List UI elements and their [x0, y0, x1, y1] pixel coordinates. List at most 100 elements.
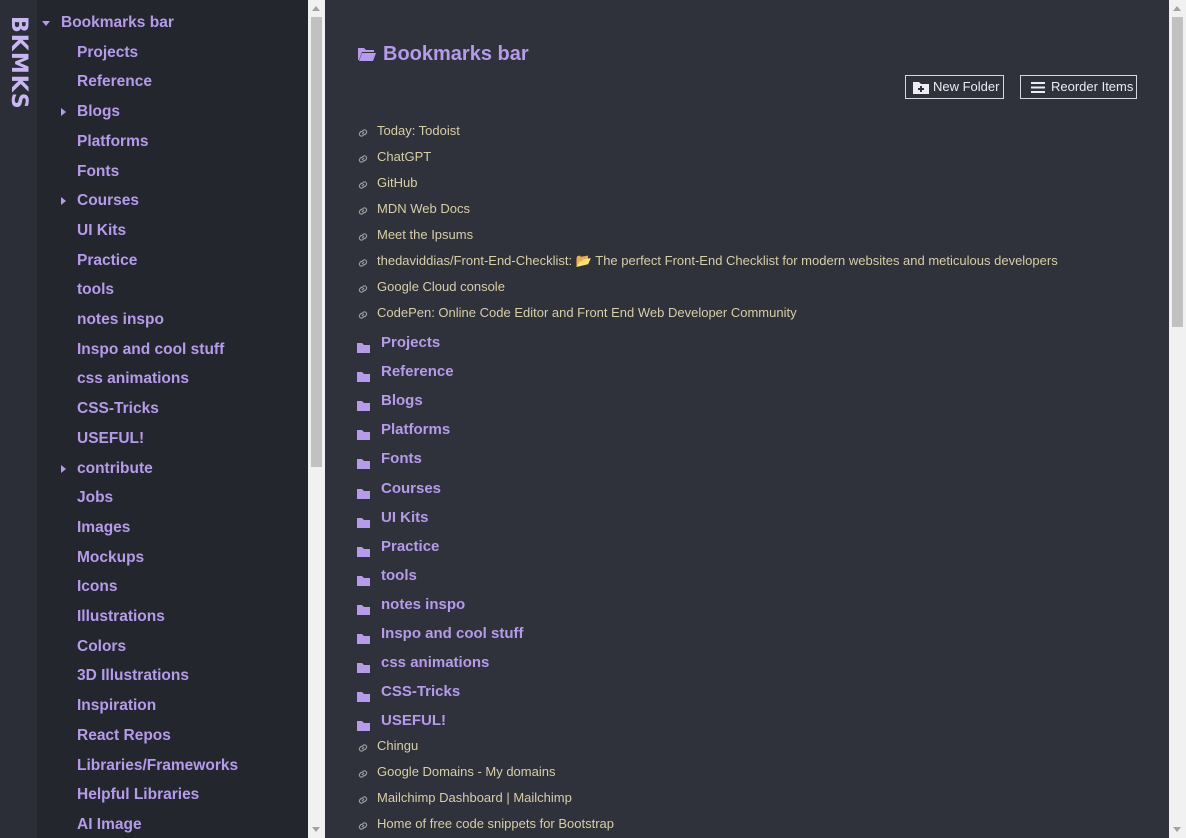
- sidebar-scrollbar[interactable]: [308, 0, 325, 838]
- page-title-text: Bookmarks bar: [383, 43, 529, 65]
- caret-right-icon[interactable]: [61, 465, 66, 473]
- bookmark-folder-label: Courses: [381, 479, 442, 497]
- sidebar-item[interactable]: notes inspo: [77, 307, 164, 333]
- folder-icon: [357, 541, 370, 557]
- sidebar-item-label: Reference: [77, 73, 152, 90]
- new-folder-button[interactable]: New Folder: [905, 75, 1004, 99]
- sidebar-item[interactable]: Blogs: [61, 99, 120, 125]
- folder-icon: [357, 337, 370, 353]
- link-icon: [357, 740, 369, 753]
- link-icon: [357, 255, 369, 267]
- bookmark-link-label: Meet the Ipsums: [377, 227, 474, 242]
- sidebar-tree: Bookmarks bar Projects Reference Blogs Platf…: [37, 0, 308, 838]
- sidebar-item-label: Mockups: [77, 549, 145, 566]
- brand-rail: BKMKS: [0, 0, 37, 838]
- sidebar-item-label: AI Image: [77, 816, 142, 833]
- reorder-items-button[interactable]: Reorder Items: [1020, 75, 1137, 99]
- sidebar-item-label: Jobs: [77, 489, 114, 506]
- main-scrollbar-thumb[interactable]: [1172, 17, 1183, 327]
- sidebar-item[interactable]: Fonts: [77, 159, 119, 185]
- sidebar-item[interactable]: USEFUL!: [77, 426, 144, 452]
- bookmark-link-label: Google Cloud console: [377, 279, 505, 294]
- link-icon: [357, 818, 369, 831]
- sidebar-item-label: Platforms: [77, 133, 149, 150]
- sidebar-item[interactable]: AI Image: [77, 812, 142, 838]
- sidebar-item-label: 3D Illustrations: [77, 667, 189, 684]
- sidebar-item[interactable]: Mockups: [77, 545, 144, 571]
- sidebar-item-label: Courses: [77, 192, 140, 209]
- sidebar-scrollbar-thumb[interactable]: [311, 17, 322, 467]
- link-icon: [357, 203, 369, 215]
- sidebar-item-label: Projects: [77, 44, 139, 61]
- bookmark-folder-label: Inspo and cool stuff: [381, 625, 524, 642]
- sidebar-item-label: Inspiration: [77, 697, 157, 714]
- sidebar-item[interactable]: Inspo and cool stuff: [77, 337, 224, 363]
- sidebar-item-label: Fonts: [77, 163, 120, 180]
- sidebar-item[interactable]: 3D Illustrations: [77, 663, 189, 689]
- bookmark-folder-label: UI Kits: [381, 508, 429, 526]
- caret-down-icon[interactable]: [42, 21, 50, 26]
- sidebar-item-label: Libraries/Frameworks: [77, 757, 239, 774]
- sidebar-item[interactable]: Inspiration: [77, 693, 156, 719]
- link-icon: [357, 229, 369, 241]
- caret-right-icon[interactable]: [61, 108, 66, 116]
- sidebar-item[interactable]: Colors: [77, 634, 126, 660]
- sidebar-item[interactable]: contribute: [61, 456, 153, 482]
- folder-plus-icon: [913, 82, 929, 94]
- link-icon: [357, 792, 369, 805]
- sidebar-item-label: tools: [77, 281, 115, 298]
- sidebar-item[interactable]: Illustrations: [77, 604, 165, 630]
- sidebar-item-label: Images: [77, 519, 131, 536]
- sidebar-item[interactable]: tools: [77, 277, 114, 303]
- caret-right-icon[interactable]: [61, 197, 66, 205]
- scroll-down-arrow-icon[interactable]: [1173, 827, 1181, 832]
- sidebar-item[interactable]: CSS-Tricks: [77, 396, 159, 422]
- bookmark-folder-label: Fonts: [381, 450, 422, 468]
- sidebar-item-label: Helpful Libraries: [77, 786, 200, 803]
- link-icon: [357, 307, 369, 319]
- bookmark-folder-label: Reference: [381, 363, 454, 381]
- reorder-items-label: Reorder Items: [1051, 79, 1134, 94]
- main-scrollbar[interactable]: [1169, 0, 1186, 838]
- folder-icon: [357, 628, 370, 644]
- sidebar-item[interactable]: Icons: [77, 574, 117, 600]
- sidebar-item-label: UI Kits: [77, 222, 127, 239]
- scroll-up-arrow-icon[interactable]: [312, 6, 320, 11]
- sidebar-item-label: Bookmarks bar: [61, 14, 174, 31]
- bookmark-folder-label: Blogs: [381, 392, 423, 410]
- folder-icon: [357, 715, 370, 732]
- sidebar-item[interactable]: UI Kits: [77, 218, 126, 244]
- sidebar-item[interactable]: React Repos: [77, 723, 171, 749]
- sidebar-item[interactable]: css animations: [77, 366, 189, 392]
- scroll-down-arrow-icon[interactable]: [312, 827, 320, 832]
- bookmark-link-label: GitHub: [377, 175, 418, 190]
- sidebar-item[interactable]: Images: [77, 515, 130, 541]
- sidebar-item[interactable]: Helpful Libraries: [77, 782, 199, 808]
- sidebar-item[interactable]: Projects: [77, 40, 138, 66]
- bookmark-link-label: MDN Web Docs: [377, 201, 470, 216]
- sidebar-item[interactable]: Libraries/Frameworks: [77, 753, 238, 779]
- sidebar-item[interactable]: Practice: [77, 248, 137, 274]
- bookmark-link-label: CodePen: Online Code Editor and Front En…: [377, 305, 797, 320]
- menu-lines-icon: [1031, 82, 1045, 93]
- bookmark-link-label: Home of free code snippets for Bootstrap: [377, 816, 615, 832]
- sidebar-item-label: Icons: [77, 578, 118, 595]
- app-root: BKMKS Bookmarks bar Projects Reference Blog…: [0, 0, 1186, 838]
- sidebar-item-label: Illustrations: [77, 608, 165, 625]
- bookmark-link-label: Today: Todoist: [377, 123, 460, 138]
- folder-icon: [357, 570, 370, 586]
- sidebar-item-label: Colors: [77, 638, 127, 655]
- bookmark-link-label: ChatGPT: [377, 149, 432, 164]
- sidebar-item-label: React Repos: [77, 727, 171, 744]
- sidebar-item[interactable]: Reference: [77, 69, 152, 95]
- folder-icon: [357, 512, 370, 528]
- sidebar-item-label: css animations: [77, 370, 189, 387]
- sidebar-item[interactable]: Courses: [61, 188, 140, 214]
- folder-icon: [357, 453, 370, 470]
- scroll-up-arrow-icon[interactable]: [1173, 6, 1181, 11]
- sidebar-item[interactable]: Jobs: [77, 485, 113, 511]
- sidebar-item-root[interactable]: Bookmarks bar: [42, 10, 174, 36]
- sidebar-item[interactable]: Platforms: [77, 129, 149, 155]
- folder-open-icon: [358, 48, 376, 61]
- bookmark-folder-label: Platforms: [381, 421, 451, 439]
